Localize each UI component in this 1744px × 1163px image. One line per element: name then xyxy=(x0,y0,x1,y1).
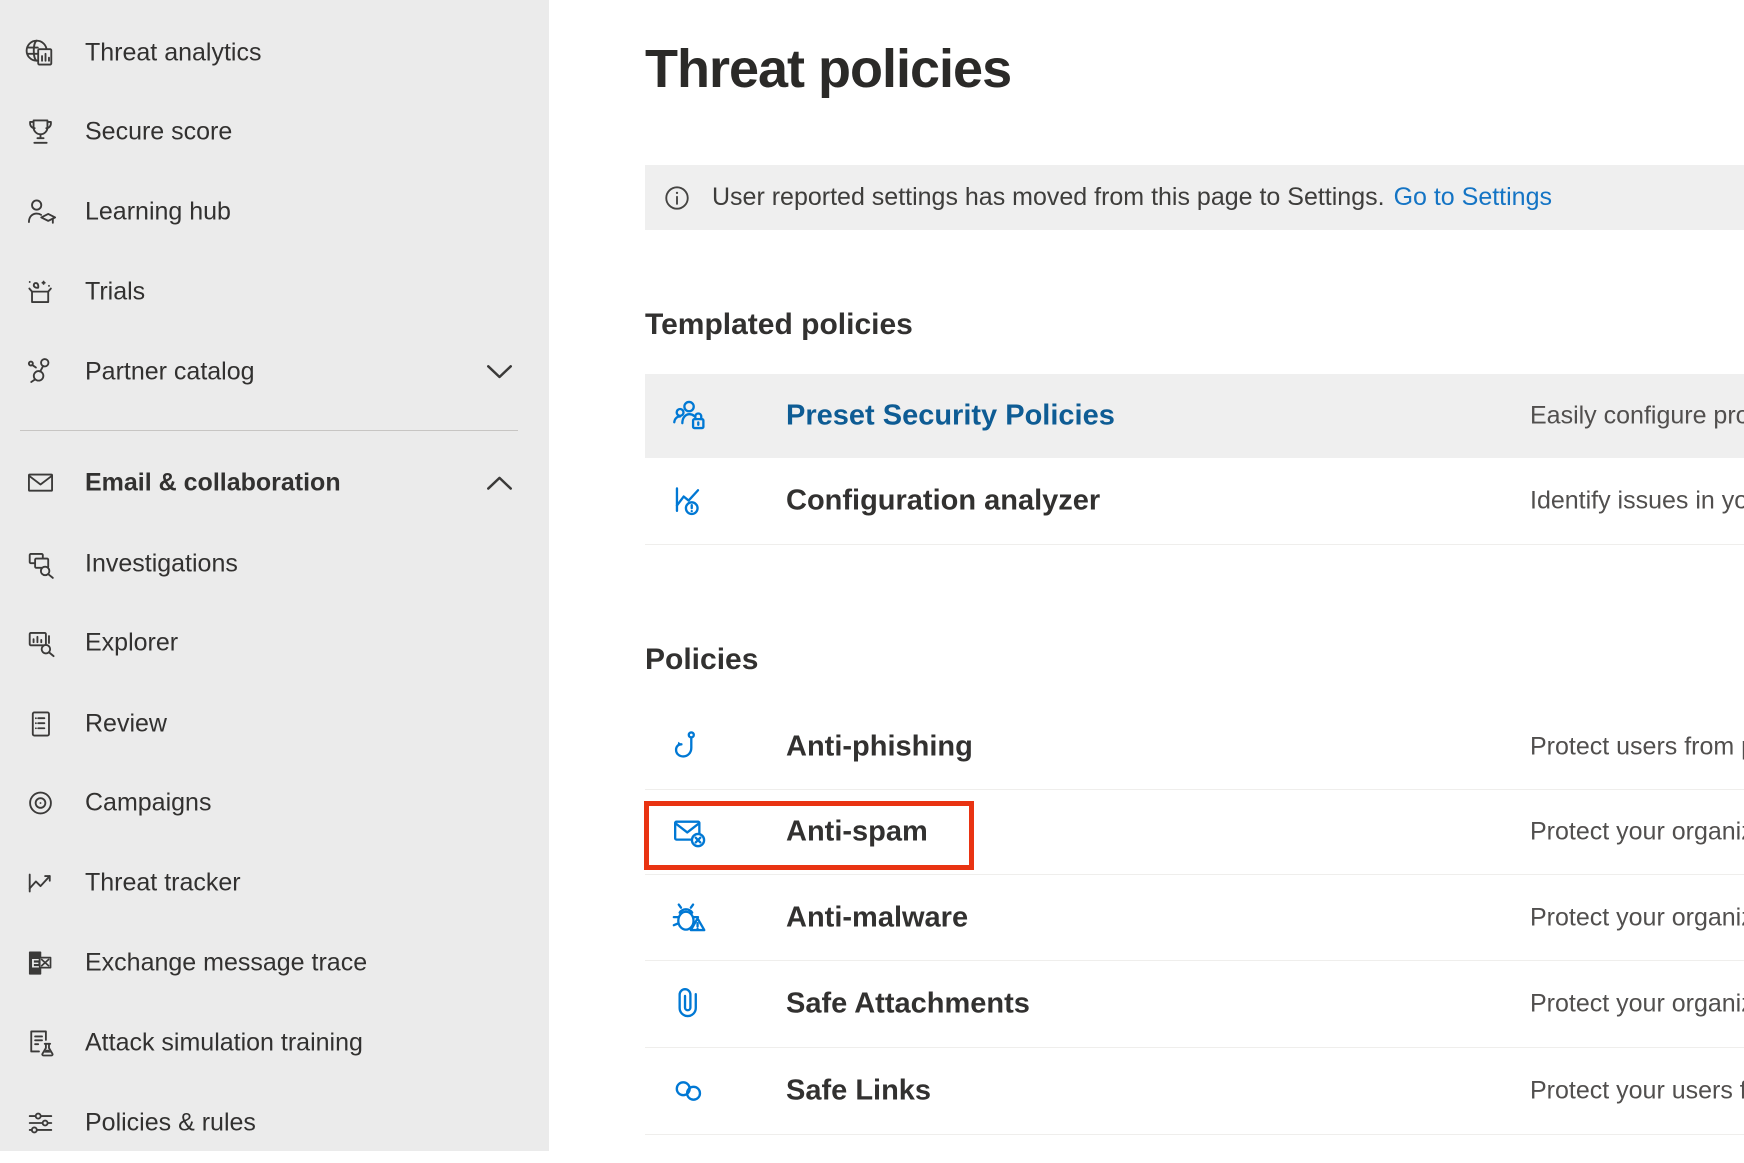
sidebar-item-label: Attack simulation training xyxy=(85,1029,363,1058)
row-description: Protect your organiz xyxy=(1530,990,1744,1019)
row-anti-spam[interactable]: Anti-spam Protect your organiz xyxy=(645,790,1744,875)
row-description: Easily configure prot xyxy=(1530,402,1744,431)
sidebar-item-threat-tracker[interactable]: Threat tracker xyxy=(0,843,549,923)
sidebar-item-label: Threat tracker xyxy=(85,869,241,898)
sidebar-item-label: Secure score xyxy=(85,118,232,147)
sidebar-item-trials[interactable]: Trials xyxy=(0,252,549,332)
row-configuration-analyzer[interactable]: Configuration analyzer Identify issues i… xyxy=(645,458,1744,545)
row-description: Protect your organiz xyxy=(1530,903,1744,932)
sidebar-item-label: Partner catalog xyxy=(85,358,255,387)
sidebar-divider xyxy=(20,430,518,431)
preset-security-policies-icon xyxy=(668,395,711,438)
row-description: Identify issues in you xyxy=(1530,487,1744,516)
sidebar-item-review[interactable]: Review xyxy=(0,684,549,764)
sidebar-item-attack-simulation-training[interactable]: Attack simulation training xyxy=(0,1003,549,1083)
policies-heading: Policies xyxy=(645,643,758,677)
row-label[interactable]: Safe Attachments xyxy=(786,988,1030,1021)
row-preset-security-policies[interactable]: Preset Security Policies Easily configur… xyxy=(645,374,1744,458)
sidebar-item-investigations[interactable]: Investigations xyxy=(0,524,549,604)
sidebar-item-label: Investigations xyxy=(85,550,238,579)
row-description: Protect your organiz xyxy=(1530,818,1744,847)
row-anti-malware[interactable]: Anti-malware Protect your organiz xyxy=(645,875,1744,961)
sidebar-item-learning-hub[interactable]: Learning hub xyxy=(0,172,549,252)
row-label[interactable]: Safe Links xyxy=(786,1075,931,1108)
sidebar-item-label: Email & collaboration xyxy=(85,469,341,498)
sidebar-item-email-collaboration[interactable]: Email & collaboration xyxy=(0,443,549,523)
info-icon xyxy=(663,184,691,212)
sidebar-item-policies-rules[interactable]: Policies & rules xyxy=(0,1083,549,1163)
preset-security-policies-link[interactable]: Preset Security Policies xyxy=(786,400,1115,433)
banner-text: User reported settings has moved from th… xyxy=(712,183,1385,212)
sidebar-item-label: Threat analytics xyxy=(85,39,261,68)
sidebar-item-partner-catalog[interactable]: Partner catalog xyxy=(0,332,549,412)
investigations-icon xyxy=(22,546,59,583)
explorer-icon xyxy=(22,625,59,662)
sliders-icon xyxy=(22,1105,59,1142)
sidebar-item-label: Exchange message trace xyxy=(85,949,367,978)
sidebar-item-secure-score[interactable]: Secure score xyxy=(0,92,549,172)
go-to-settings-link[interactable]: Go to Settings xyxy=(1394,183,1552,212)
configuration-analyzer-icon xyxy=(668,480,711,523)
row-label[interactable]: Anti-malware xyxy=(786,901,968,934)
row-safe-attachments[interactable]: Safe Attachments Protect your organiz xyxy=(645,961,1744,1048)
row-label[interactable]: Configuration analyzer xyxy=(786,485,1100,518)
trophy-icon xyxy=(22,114,59,151)
threat-analytics-icon xyxy=(22,35,59,72)
row-description: Protect users from p xyxy=(1530,732,1744,761)
exchange-logo-icon: E xyxy=(22,945,59,982)
anti-phishing-hook-icon xyxy=(668,725,711,768)
threat-tracker-chart-icon xyxy=(22,865,59,902)
info-banner: User reported settings has moved from th… xyxy=(645,165,1744,230)
sidebar-item-threat-analytics[interactable]: Threat analytics xyxy=(0,13,549,93)
trials-icon xyxy=(22,274,59,311)
sidebar-item-label: Trials xyxy=(85,278,145,307)
campaigns-target-icon xyxy=(22,785,59,822)
chevron-down-icon xyxy=(486,364,513,381)
sidebar-item-exchange-message-trace[interactable]: E Exchange message trace xyxy=(0,923,549,1003)
defender-threat-policies-screen: { "colors": { "accent_blue": "#0078d4", … xyxy=(0,0,1744,1151)
sidebar-item-explorer[interactable]: Explorer xyxy=(0,603,549,683)
templated-policies-heading: Templated policies xyxy=(645,308,913,342)
anti-spam-envelope-icon xyxy=(668,811,711,854)
row-label[interactable]: Anti-phishing xyxy=(786,730,973,763)
row-label[interactable]: Anti-spam xyxy=(786,816,928,849)
attack-simulation-icon xyxy=(22,1025,59,1062)
review-list-icon xyxy=(22,706,59,743)
sidebar-item-label: Campaigns xyxy=(85,789,211,818)
chevron-up-icon xyxy=(486,475,513,492)
sidebar-item-campaigns[interactable]: Campaigns xyxy=(0,763,549,843)
sidebar-item-label: Review xyxy=(85,710,167,739)
row-anti-phishing[interactable]: Anti-phishing Protect users from p xyxy=(645,704,1744,790)
page-title: Threat policies xyxy=(645,38,1011,100)
learning-hub-icon xyxy=(22,194,59,231)
sidebar: Threat analytics Secure score Learning h… xyxy=(0,0,549,1151)
sidebar-item-label: Policies & rules xyxy=(85,1109,256,1138)
row-safe-links[interactable]: Safe Links Protect your users fro xyxy=(645,1048,1744,1135)
safe-attachments-paperclip-icon xyxy=(668,983,711,1026)
svg-text:E: E xyxy=(31,957,39,971)
safe-links-chain-icon xyxy=(668,1070,711,1113)
partner-catalog-icon xyxy=(22,354,59,391)
row-description: Protect your users fro xyxy=(1530,1077,1744,1106)
sidebar-item-label: Learning hub xyxy=(85,198,231,227)
email-icon xyxy=(22,465,59,502)
anti-malware-bug-icon xyxy=(668,896,711,939)
sidebar-item-label: Explorer xyxy=(85,629,178,658)
